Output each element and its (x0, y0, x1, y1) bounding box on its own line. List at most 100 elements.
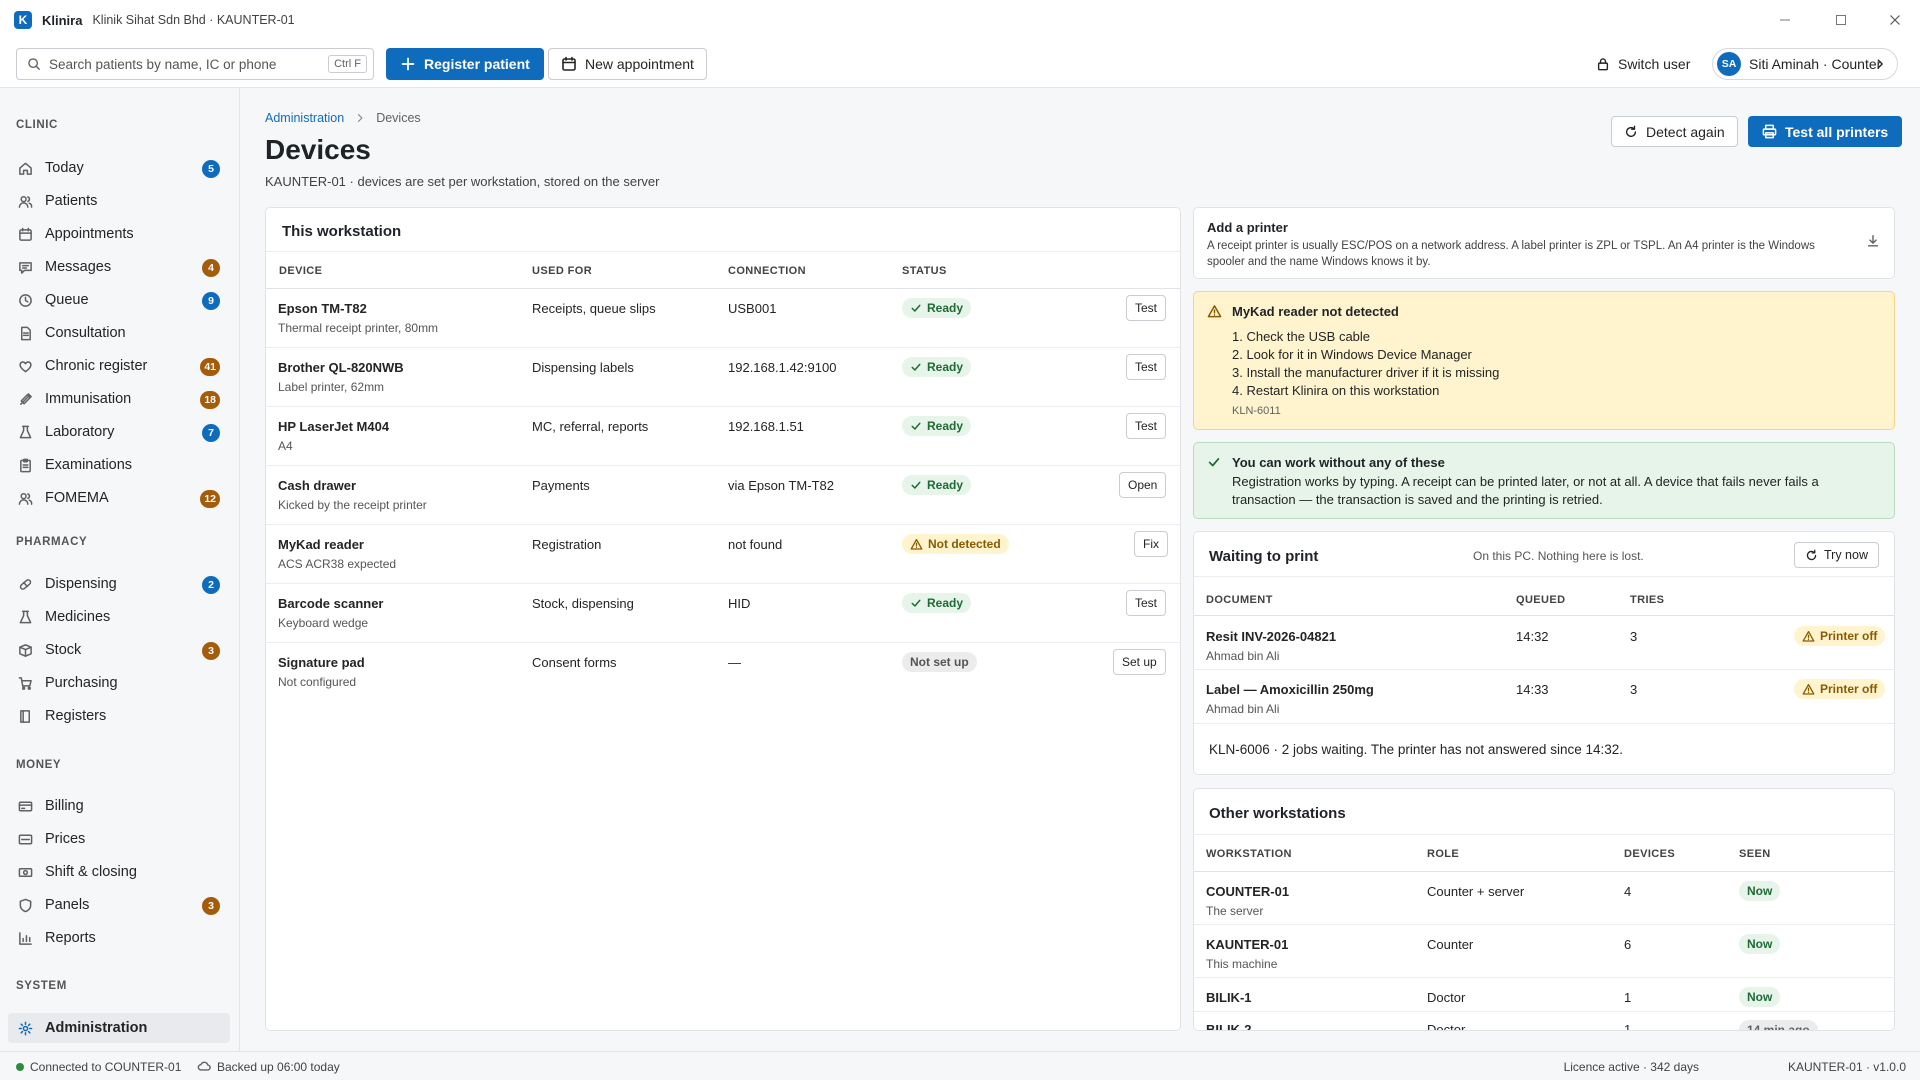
sidebar-item-appointments[interactable]: Appointments (8, 219, 230, 249)
sidebar-item-examinations[interactable]: Examinations (8, 450, 230, 480)
sidebar-item-fomema[interactable]: FOMEMA 12 (8, 483, 230, 513)
flask-icon (19, 425, 32, 438)
people-icon (18, 195, 33, 208)
close-button[interactable] (1872, 0, 1918, 40)
maximize-button[interactable] (1818, 0, 1864, 40)
test-all-printers-button[interactable]: Test all printers (1748, 116, 1903, 147)
register-patient-button[interactable]: Register patient (386, 48, 544, 80)
breadcrumb-link-administration[interactable]: Administration (265, 111, 344, 125)
workstation-devices: 1 (1624, 1022, 1632, 1031)
print-queue-title: Waiting to print (1209, 548, 1319, 565)
sidebar-item-prices[interactable]: Prices (8, 824, 230, 854)
calendar-icon (562, 56, 576, 71)
fix-device-button[interactable]: Fix (1134, 531, 1168, 557)
detect-again-label: Detect again (1646, 123, 1725, 140)
column-header-status: STATUS (902, 265, 947, 277)
plus-icon (401, 57, 415, 71)
sidebar-item-laboratory[interactable]: Laboratory 7 (8, 417, 230, 447)
sidebar-item-queue[interactable]: Queue 9 (8, 285, 230, 315)
warning-icon (1802, 630, 1815, 642)
status-badge: Not detected (902, 534, 1009, 554)
device-used-for: Registration (532, 537, 602, 552)
try-now-label: Try now (1824, 548, 1868, 562)
workstation-name: COUNTER-01 (1206, 884, 1290, 899)
calendar-icon (19, 227, 32, 241)
device-used-for: MC, referral, reports (532, 419, 649, 434)
workstation-name: BILIK-1 (1206, 990, 1252, 1005)
column-header-role: ROLE (1427, 848, 1460, 860)
device-detail: ACS ACR38 expected (278, 557, 397, 571)
device-detail: Label printer, 62mm (278, 380, 385, 394)
test-device-button[interactable]: Test (1126, 413, 1167, 439)
document-icon (21, 326, 31, 340)
status-badge: Ready (902, 593, 972, 613)
download-icon[interactable] (1866, 234, 1880, 248)
column-header-tries: TRIES (1630, 594, 1665, 606)
home-icon (19, 162, 32, 175)
refresh-icon (1806, 549, 1817, 560)
test-device-button[interactable]: Test (1126, 590, 1167, 616)
sidebar-item-label: Stock (45, 642, 82, 658)
user-menu[interactable]: SA Siti Aminah · Counter (1712, 48, 1898, 80)
status-badge: Printer off (1794, 679, 1886, 699)
open-drawer-button[interactable]: Open (1119, 472, 1167, 498)
new-appointment-button[interactable]: New appointment (548, 48, 707, 80)
device-name: Signature pad (278, 655, 365, 670)
chevron-right-icon (358, 114, 363, 122)
detect-again-button[interactable]: Detect again (1611, 116, 1738, 147)
column-header-document: DOCUMENT (1206, 594, 1273, 606)
sidebar-item-medicines[interactable]: Medicines (8, 602, 230, 632)
column-header-devices: DEVICES (1624, 848, 1676, 860)
device-name: HP LaserJet M404 (278, 419, 390, 434)
offline-note-text: Registration works by typing. A receipt … (1232, 474, 1819, 507)
sidebar-item-purchasing[interactable]: Purchasing (8, 668, 230, 698)
sidebar-item-label: Messages (45, 259, 112, 275)
device-connection: — (728, 655, 741, 670)
sidebar-item-billing[interactable]: Billing (8, 791, 230, 821)
sidebar-item-chronic-register[interactable]: Chronic register 41 (8, 351, 230, 381)
warning-icon (1802, 683, 1815, 695)
count-badge: 3 (202, 897, 220, 915)
title-bar: K Klinira Klinik Sihat Sdn Bhd · KAUNTER… (0, 0, 1920, 40)
workstation-role: Doctor (1427, 990, 1466, 1005)
test-all-printers-label: Test all printers (1785, 123, 1889, 140)
switch-user-button[interactable]: Switch user (1596, 48, 1690, 80)
minimize-button[interactable] (1762, 0, 1808, 40)
workstation-name: BILIK-2 (1206, 1022, 1252, 1031)
column-header-device: DEVICE (279, 265, 323, 277)
sidebar-item-registers[interactable]: Registers (8, 701, 230, 731)
check-icon (911, 363, 921, 371)
other-workstations-panel: Other workstations WORKSTATION ROLE DEVI… (1193, 788, 1895, 1031)
device-used-for: Payments (532, 478, 590, 493)
sidebar-item-stock[interactable]: Stock 3 (8, 635, 230, 665)
sidebar-item-label: Dispensing (45, 576, 117, 592)
sidebar-item-reports[interactable]: Reports (8, 923, 230, 953)
sidebar-item-consultation[interactable]: Consultation (8, 318, 230, 348)
offline-note-title: You can work without any of these (1232, 455, 1445, 470)
sidebar-section-money: MONEY (16, 759, 62, 771)
set-up-device-button[interactable]: Set up (1113, 649, 1166, 675)
test-device-button[interactable]: Test (1126, 295, 1167, 321)
sidebar-item-patients[interactable]: Patients (8, 186, 230, 216)
sidebar-item-dispensing[interactable]: Dispensing 2 (8, 569, 230, 599)
test-device-button[interactable]: Test (1126, 354, 1167, 380)
card-icon (18, 801, 33, 811)
column-header-queued: QUEUED (1516, 594, 1566, 606)
connection-status: Connected to COUNTER-01 (30, 1060, 182, 1074)
breadcrumb: Administration Devices (265, 111, 421, 125)
try-now-button[interactable]: Try now (1794, 542, 1879, 568)
device-detail: Not configured (278, 675, 357, 689)
sidebar-item-messages[interactable]: Messages 4 (8, 252, 230, 282)
search-input[interactable]: Search patients by name, IC or phone Ctr… (16, 48, 374, 80)
sidebar-item-shift-closing[interactable]: Shift & closing (8, 857, 230, 887)
count-badge: 18 (200, 391, 220, 409)
sidebar-item-today[interactable]: Today 5 (8, 153, 230, 183)
device-connection: HID (728, 596, 751, 611)
count-badge: 5 (202, 160, 220, 178)
sidebar-item-panels[interactable]: Panels 3 (8, 890, 230, 920)
sidebar-item-administration[interactable]: Administration (8, 1013, 230, 1043)
count-badge: 4 (202, 259, 220, 277)
status-label: Not detected (928, 537, 1001, 551)
add-printer-text: A receipt printer is usually ESC/POS on … (1207, 240, 1815, 268)
sidebar-item-immunisation[interactable]: Immunisation 18 (8, 384, 230, 414)
